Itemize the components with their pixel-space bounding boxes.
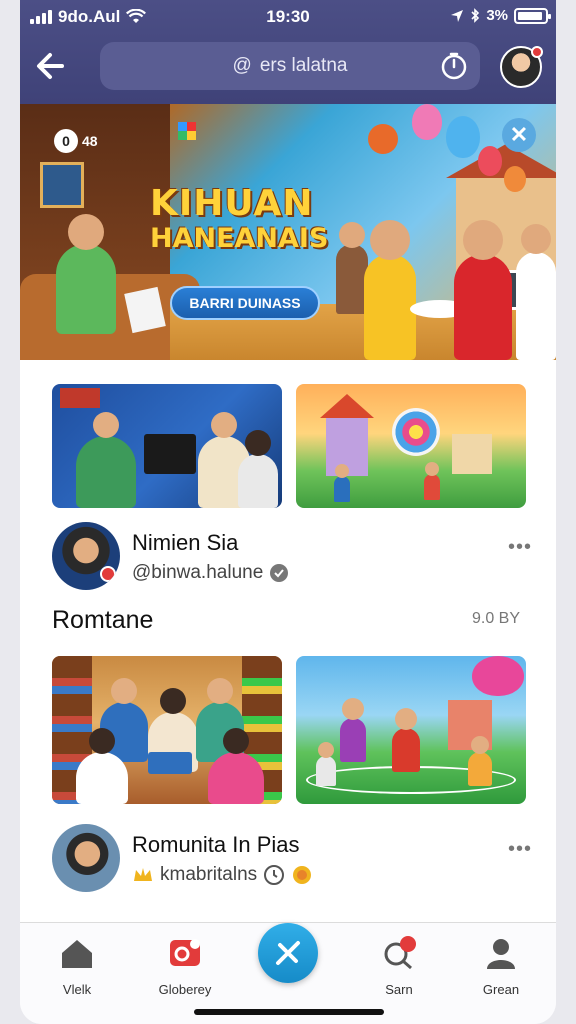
more-options-button-1[interactable]: ••• <box>508 536 532 559</box>
section-meta: 9.0 BY <box>471 610 520 627</box>
video-thumbnail-4[interactable] <box>296 656 526 804</box>
close-icon[interactable]: ✕ <box>502 118 536 152</box>
video-thumbnail-2[interactable] <box>296 384 526 508</box>
status-bar: 9do.Aul 19:30 3% <box>20 0 556 34</box>
nav-item-gallery[interactable]: Globerey <box>140 935 230 1005</box>
thumb-child <box>334 464 350 502</box>
thumb-person <box>238 430 278 508</box>
thumb-house <box>452 434 492 474</box>
notification-dot <box>531 46 543 58</box>
video-thumbnail-1[interactable] <box>52 384 282 508</box>
nav-item-search[interactable]: Sarn <box>354 935 444 1005</box>
thumb-sign <box>60 388 100 408</box>
thumb-child <box>316 742 336 786</box>
nav-item-profile[interactable]: Grean <box>456 935 546 1005</box>
thumb-roof <box>320 394 374 418</box>
more-options-button-2[interactable]: ••• <box>508 838 532 861</box>
balloon-orange <box>504 166 526 192</box>
timer-icon[interactable] <box>438 50 470 82</box>
at-icon: @ <box>232 55 252 76</box>
nav-label-home: Vlelk <box>62 982 92 997</box>
nav-label-profile: Grean <box>482 982 520 997</box>
hero-wall-picture <box>40 162 84 208</box>
balloon-pink <box>412 104 442 140</box>
compose-button[interactable] <box>258 923 318 983</box>
hero-person-5 <box>516 224 556 360</box>
thumb-target <box>392 408 440 456</box>
thumb-person <box>76 728 128 804</box>
hero-title-line1: KIHUAN <box>150 183 314 224</box>
thumb-balloon <box>472 656 524 696</box>
status-right: 3% <box>450 7 551 24</box>
app-screen: 9do.Aul 19:30 3% @ ers lalatna 0 48 ✕ KI… <box>20 0 556 1024</box>
video-thumbnail-3[interactable] <box>52 656 282 804</box>
clock-icon <box>264 865 285 885</box>
hero-person-4 <box>454 220 512 360</box>
hero-badge: 0 48 <box>48 128 104 154</box>
search-bar[interactable]: @ ers lalatna <box>100 42 480 90</box>
author-handle-text-2: kmabritalns <box>160 864 258 885</box>
compose-icon <box>276 941 300 965</box>
badge-text: 48 <box>82 133 98 149</box>
badge-ring: 0 <box>54 129 78 153</box>
crown-icon <box>134 868 152 881</box>
thumb-person <box>208 728 264 804</box>
balloon-blue <box>446 116 480 158</box>
arrow-left-icon <box>37 53 64 79</box>
thumb-person <box>76 412 136 508</box>
author-name-1[interactable]: Nimien Sia <box>132 530 238 556</box>
search-badge-icon <box>384 936 416 970</box>
home-icon <box>62 940 92 968</box>
nav-item-home[interactable]: Vlelk <box>32 935 122 1005</box>
thumb-child <box>340 698 366 762</box>
profile-icon <box>487 939 515 969</box>
thumb-laptop <box>144 434 196 474</box>
hero-person-3 <box>364 220 416 360</box>
home-indicator <box>194 1009 384 1015</box>
top-header: 9do.Aul 19:30 3% @ ers lalatna <box>20 0 556 104</box>
nav-label-search: Sarn <box>385 982 413 997</box>
gallery-icon <box>170 939 200 966</box>
thumb-child <box>392 708 420 772</box>
author-row-1: Nimien Sia @binwa.halune ••• <box>52 522 532 592</box>
search-text: ers lalatna <box>259 55 348 76</box>
bottom-navigation: Vlelk Globerey Sarn Grean <box>20 922 556 1024</box>
author-handle-text-1: @binwa.halune <box>132 562 264 583</box>
hero-title: KIHUAN HANEANAIS <box>150 184 340 253</box>
user-avatar[interactable] <box>500 46 543 88</box>
hero-cta-button[interactable]: BARRI DUINASS <box>170 286 320 320</box>
balloon-red <box>478 146 502 176</box>
thumb-box <box>148 752 192 774</box>
author-avatar-2[interactable] <box>52 824 120 892</box>
author-avatar-1[interactable] <box>52 522 120 590</box>
hero-banner[interactable]: 0 48 ✕ KIHUAN HANEANAIS BARRI DUINASS <box>20 104 556 360</box>
location-icon <box>451 9 464 22</box>
hero-title-line2: HANEANAIS <box>150 222 329 254</box>
author-handle-2: kmabritalns <box>132 864 313 886</box>
medal-icon <box>293 866 312 884</box>
thumb-child <box>424 462 440 500</box>
nav-label-gallery: Globerey <box>158 982 212 997</box>
verified-icon <box>270 564 289 582</box>
thumb-child <box>468 736 492 786</box>
back-button[interactable] <box>32 46 76 86</box>
hero-ball <box>368 124 398 154</box>
author-name-2[interactable]: Romunita In Pias <box>132 832 300 858</box>
section-title: Romtane <box>52 606 154 634</box>
author-row-2: Romunita In Pias kmabritalns ••• <box>52 824 532 894</box>
battery-icon <box>514 7 551 24</box>
battery-percent: 3% <box>486 7 508 24</box>
hero-kite <box>178 122 196 140</box>
bluetooth-icon <box>471 8 480 23</box>
hero-person-1 <box>56 214 116 334</box>
author-handle-1: @binwa.halune <box>132 562 289 584</box>
